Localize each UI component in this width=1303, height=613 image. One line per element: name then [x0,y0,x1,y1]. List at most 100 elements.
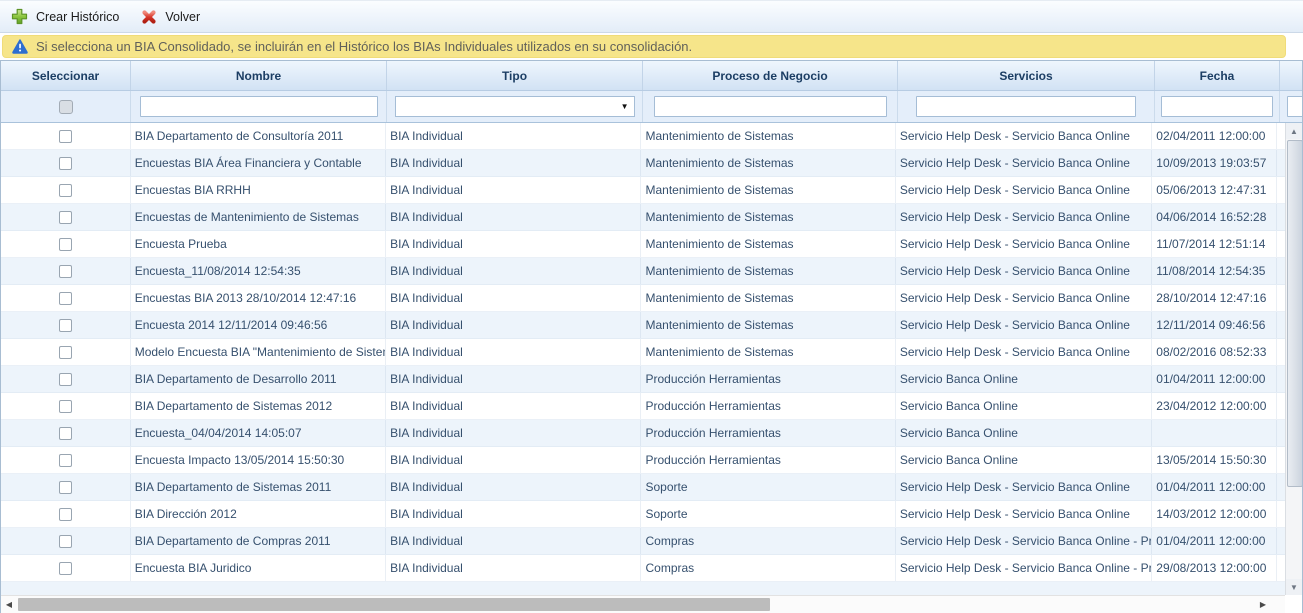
fecha-cell: 11/08/2014 12:54:35 [1152,258,1277,284]
table-row: Encuestas BIA 2013 28/10/2014 12:47:16BI… [1,285,1285,312]
fecha-cell: 01/04/2011 12:00:00 [1152,366,1277,392]
servicios-cell: Servicio Help Desk - Servicio Banca Onli… [896,555,1152,581]
select-cell [1,177,131,203]
grid-rows: BIA Departamento de Consultoría 2011BIA … [1,123,1285,595]
row-checkbox[interactable] [59,562,72,575]
row-checkbox[interactable] [59,454,72,467]
crear-historico-button[interactable]: Crear Histórico [11,8,119,25]
proceso-cell: Producción Herramientas [641,393,895,419]
filler-cell [1277,339,1285,365]
proceso-cell: Mantenimiento de Sistemas [641,204,895,230]
add-plus-icon [11,8,28,25]
column-header-servicios[interactable]: Servicios [898,61,1155,90]
proceso-cell: Compras [641,528,895,554]
scroll-up-icon[interactable]: ▲ [1286,123,1302,139]
filter-cell-servicios [898,91,1155,122]
select-cell [1,258,131,284]
filter-cell-tipo: ▼ [387,91,643,122]
row-checkbox[interactable] [59,373,72,386]
filler-cell [1277,366,1285,392]
column-header-proceso[interactable]: Proceso de Negocio [643,61,898,90]
filler-cell [1277,150,1285,176]
servicios-filter-input[interactable] [916,96,1136,117]
select-cell [1,204,131,230]
select-all-checkbox[interactable] [59,100,73,114]
volver-label: Volver [165,10,200,24]
row-checkbox[interactable] [59,157,72,170]
column-header-fecha[interactable]: Fecha [1155,61,1280,90]
proceso-filter-input[interactable] [654,96,887,117]
column-header-seleccionar[interactable]: Seleccionar [1,61,131,90]
tipo-filter-select[interactable]: ▼ [395,96,635,117]
proceso-cell: Producción Herramientas [641,420,895,446]
overflow-filter-input[interactable] [1287,96,1302,117]
fecha-cell: 04/06/2014 16:52:28 [1152,204,1277,230]
table-row: Encuesta Impacto 13/05/2014 15:50:30BIA … [1,447,1285,474]
servicios-cell: Servicio Help Desk - Servicio Banca Onli… [896,528,1152,554]
filler-cell [1277,123,1285,149]
vertical-scrollbar-thumb[interactable] [1287,140,1302,487]
table-row: BIA Departamento de Consultoría 2011BIA … [1,123,1285,150]
nombre-filter-input[interactable] [140,96,378,117]
filler-cell [1277,177,1285,203]
row-checkbox[interactable] [59,400,72,413]
servicios-cell: Servicio Help Desk - Servicio Banca Onli… [896,312,1152,338]
fecha-cell: 28/10/2014 12:47:16 [1152,285,1277,311]
servicios-cell: Servicio Banca Online [896,393,1152,419]
filler-cell [1277,528,1285,554]
fecha-cell: 23/04/2012 12:00:00 [1152,393,1277,419]
row-checkbox[interactable] [59,130,72,143]
vertical-scrollbar[interactable]: ▲ ▼ [1285,123,1302,595]
proceso-cell: Mantenimiento de Sistemas [641,231,895,257]
filter-cell-nombre [131,91,387,122]
tipo-cell: BIA Individual [386,528,641,554]
select-cell [1,312,131,338]
proceso-cell: Mantenimiento de Sistemas [641,123,895,149]
row-checkbox[interactable] [59,184,72,197]
table-row: Encuestas BIA RRHHBIA IndividualMantenim… [1,177,1285,204]
nombre-cell: BIA Departamento de Compras 2011 [131,528,386,554]
row-checkbox[interactable] [59,427,72,440]
filler-cell [1277,555,1285,581]
nombre-cell: Encuestas BIA 2013 28/10/2014 12:47:16 [131,285,386,311]
nombre-cell: Encuesta Prueba [131,231,386,257]
tipo-cell: BIA Individual [386,555,641,581]
select-cell [1,420,131,446]
row-checkbox[interactable] [59,319,72,332]
volver-button[interactable]: Volver [141,9,200,25]
bia-historico-screen: Crear Histórico Volver [0,0,1303,613]
column-header-nombre[interactable]: Nombre [131,61,387,90]
row-checkbox[interactable] [59,535,72,548]
filter-cell-fecha [1155,91,1280,122]
tipo-cell: BIA Individual [386,474,641,500]
row-checkbox[interactable] [59,211,72,224]
fecha-filter-input[interactable] [1161,96,1273,117]
row-checkbox[interactable] [59,508,72,521]
servicios-cell: Servicio Help Desk - Servicio Banca Onli… [896,123,1152,149]
row-checkbox[interactable] [59,481,72,494]
filter-cell-overflow [1280,91,1302,122]
scroll-down-icon[interactable]: ▼ [1286,579,1302,595]
row-checkbox[interactable] [59,292,72,305]
tipo-cell: BIA Individual [386,447,641,473]
filler-cell [1277,447,1285,473]
nombre-cell: BIA Departamento de Sistemas 2012 [131,393,386,419]
row-checkbox[interactable] [59,238,72,251]
horizontal-scrollbar[interactable]: ◀ ▶ [1,595,1285,613]
fecha-cell: 29/08/2013 12:00:00 [1152,555,1277,581]
table-row: Encuesta_11/08/2014 12:54:35BIA Individu… [1,258,1285,285]
proceso-cell: Soporte [641,474,895,500]
proceso-cell: Compras [641,555,895,581]
info-banner: Si selecciona un BIA Consolidado, se inc… [2,35,1286,58]
column-header-tipo[interactable]: Tipo [387,61,643,90]
horizontal-scrollbar-thumb[interactable] [18,598,770,611]
row-checkbox[interactable] [59,265,72,278]
row-checkbox[interactable] [59,346,72,359]
servicios-cell: Servicio Banca Online [896,447,1152,473]
servicios-cell: Servicio Help Desk - Servicio Banca Onli… [896,150,1152,176]
scroll-right-icon[interactable]: ▶ [1255,596,1271,613]
scroll-left-icon[interactable]: ◀ [1,596,17,613]
filler-cell [1277,393,1285,419]
table-row: BIA Departamento de Sistemas 2012BIA Ind… [1,393,1285,420]
tipo-cell: BIA Individual [386,150,641,176]
